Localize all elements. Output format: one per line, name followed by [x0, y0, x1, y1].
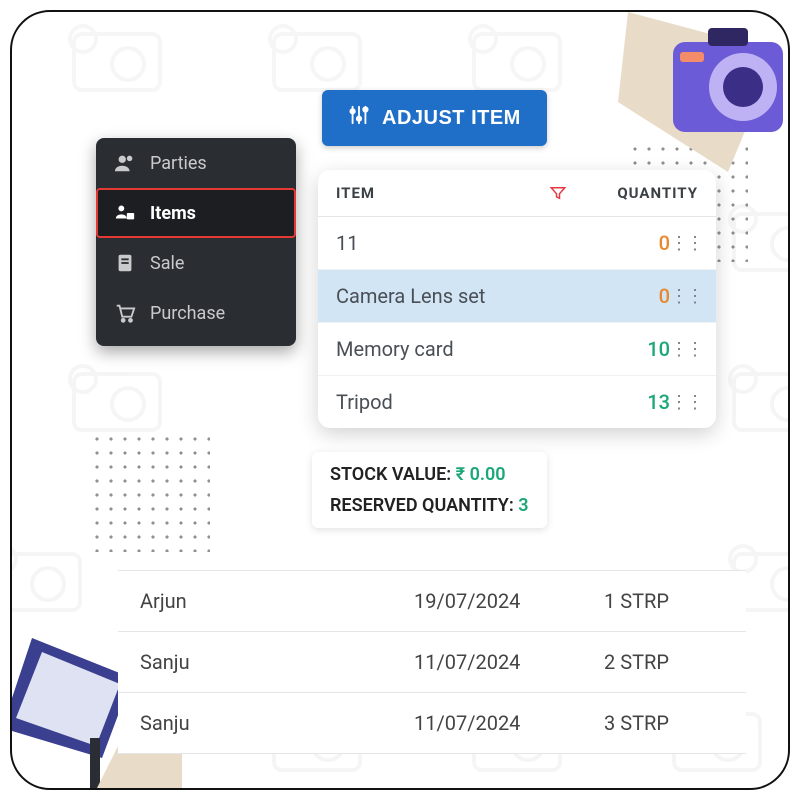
drag-handle-icon[interactable] [670, 233, 698, 254]
item-name: Tripod [336, 390, 600, 414]
receipt-icon [114, 252, 136, 274]
dot-grid [90, 432, 210, 552]
item-qty: 0 [600, 231, 670, 255]
item-qty: 10 [600, 337, 670, 361]
txn-qty: 3 STRP [604, 711, 724, 735]
camera-decoration-icon [618, 10, 790, 182]
package-icon [114, 202, 136, 224]
adjust-item-label: ADJUST ITEM [382, 107, 521, 130]
item-name: 11 [336, 231, 600, 255]
items-header: ITEM QUANTITY [318, 170, 716, 217]
transaction-row[interactable]: Sanju11/07/20243 STRP [118, 693, 746, 754]
items-panel: ITEM QUANTITY 110Camera Lens set0Memory … [318, 170, 716, 428]
txn-name: Arjun [140, 589, 414, 613]
app-card: ADJUST ITEM Parties Items Sale Purchase [10, 10, 790, 790]
drag-handle-icon[interactable] [670, 339, 698, 360]
sidebar-item-sale[interactable]: Sale [96, 238, 296, 288]
users-icon [114, 152, 136, 174]
item-row[interactable]: Tripod13 [318, 376, 716, 428]
txn-date: 11/07/2024 [414, 650, 604, 674]
stock-summary: STOCK VALUE: ₹ 0.00 RESERVED QUANTITY: 3 [312, 452, 547, 528]
txn-qty: 2 STRP [604, 650, 724, 674]
transaction-row[interactable]: Sanju11/07/20242 STRP [118, 632, 746, 693]
item-row[interactable]: 110 [318, 217, 716, 270]
adjust-item-button[interactable]: ADJUST ITEM [322, 90, 547, 146]
sliders-icon [348, 104, 370, 132]
sidebar-item-label: Parties [150, 153, 207, 174]
sidebar-item-label: Purchase [150, 303, 225, 324]
transactions-table: Arjun19/07/20241 STRPSanju11/07/20242 ST… [118, 570, 746, 754]
txn-qty: 1 STRP [604, 589, 724, 613]
txn-date: 19/07/2024 [414, 589, 604, 613]
stock-value-label: STOCK VALUE: [330, 464, 451, 485]
item-name: Memory card [336, 337, 600, 361]
item-qty: 0 [600, 284, 670, 308]
sidebar-item-label: Items [150, 203, 196, 224]
transaction-row[interactable]: Arjun19/07/20241 STRP [118, 570, 746, 632]
reserved-qty-value: 3 [518, 495, 528, 516]
sidebar-item-parties[interactable]: Parties [96, 138, 296, 188]
column-header-quantity: QUANTITY [578, 184, 698, 202]
drag-handle-icon[interactable] [670, 392, 698, 413]
txn-name: Sanju [140, 711, 414, 735]
sidebar: Parties Items Sale Purchase [96, 138, 296, 346]
txn-date: 11/07/2024 [414, 711, 604, 735]
item-name: Camera Lens set [336, 284, 600, 308]
sidebar-item-items[interactable]: Items [96, 188, 296, 238]
sidebar-item-label: Sale [150, 253, 184, 274]
item-qty: 13 [600, 390, 670, 414]
txn-name: Sanju [140, 650, 414, 674]
item-row[interactable]: Camera Lens set0 [318, 270, 716, 323]
filter-icon[interactable] [538, 184, 578, 202]
column-header-item: ITEM [336, 184, 538, 202]
sidebar-item-purchase[interactable]: Purchase [96, 288, 296, 338]
stock-value: ₹ 0.00 [456, 464, 506, 485]
drag-handle-icon[interactable] [670, 286, 698, 307]
reserved-qty-label: RESERVED QUANTITY: [330, 495, 514, 516]
item-row[interactable]: Memory card10 [318, 323, 716, 376]
cart-icon [114, 302, 136, 324]
